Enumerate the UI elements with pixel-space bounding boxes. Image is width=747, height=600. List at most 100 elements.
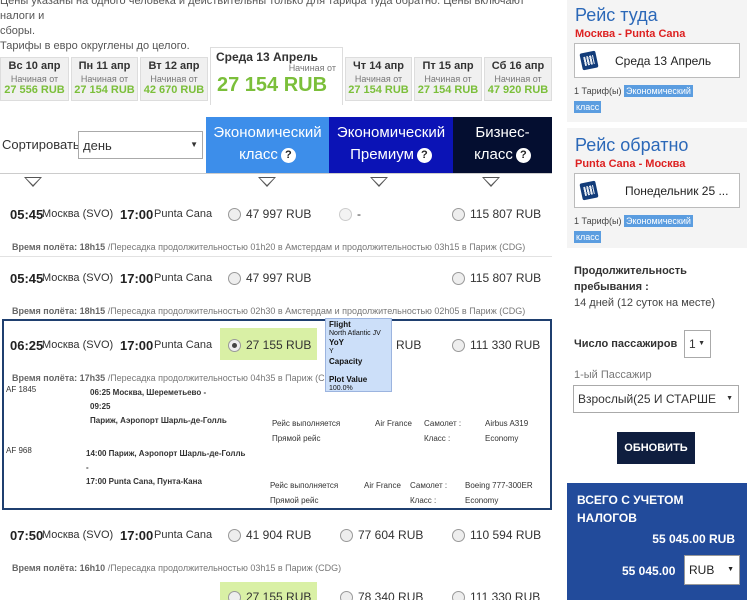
arrival-time: 17:00 bbox=[120, 271, 154, 286]
arrival-time: 17:00 bbox=[120, 207, 154, 222]
fare-radio-premium[interactable] bbox=[340, 529, 353, 542]
tariff-tag: Экономический bbox=[624, 215, 693, 227]
fare-price-economy: 27 155 RUB bbox=[246, 338, 312, 352]
booking-summary: Рейс туда Москва - Punta Cana Среда 13 А… bbox=[567, 0, 747, 600]
return-tariff: 1 Тариф(ы) Экономический класс bbox=[574, 213, 693, 245]
fare-radio-economy[interactable] bbox=[228, 272, 241, 285]
passengers-value: 1 bbox=[689, 337, 696, 351]
class-header-business[interactable]: Бизнес- класс? bbox=[453, 117, 552, 173]
fare-radio-economy[interactable] bbox=[228, 208, 241, 221]
fare-radio-economy-selected[interactable] bbox=[228, 339, 241, 352]
dropdown-arrow-icon: ▼ bbox=[698, 340, 705, 347]
date-label: Вт 12 апр bbox=[148, 60, 200, 72]
date-tab-selected[interactable]: Среда 13 Апрель Начиная от 27 154 RUB bbox=[210, 47, 343, 105]
class-value: Economy bbox=[465, 496, 499, 505]
fare-radio-business[interactable] bbox=[452, 529, 465, 542]
passenger-type-select[interactable]: Взрослый(25 И СТАРШЕ ▼ bbox=[573, 385, 739, 413]
date-tab[interactable]: Вт 12 апр Начиная от 42 670 RUB bbox=[140, 57, 208, 101]
stay-value: 14 дней (12 суток на месте) bbox=[574, 297, 716, 309]
date-label: Среда 13 Апрель bbox=[216, 50, 318, 64]
class-header-label: Бизнес- bbox=[475, 124, 530, 141]
date-tab[interactable]: Пт 15 апр Начиная от 27 154 RUB bbox=[414, 57, 482, 101]
direct-flight-label: Прямой рейс bbox=[270, 496, 319, 505]
class-header-economy[interactable]: Экономический класс? bbox=[206, 117, 329, 173]
total-price-converted: 55 045.00 bbox=[622, 564, 676, 578]
arrival-city: Punta Cana bbox=[154, 529, 213, 541]
date-tab[interactable]: Пн 11 апр Начиная от 27 154 RUB bbox=[71, 57, 138, 101]
date-from: Начиная от bbox=[80, 74, 129, 84]
date-from: Начиная от bbox=[150, 74, 198, 84]
fare-price-business: 111 330 RUB bbox=[470, 590, 541, 600]
fare-radio-premium[interactable] bbox=[340, 591, 353, 600]
fare-radio-economy[interactable] bbox=[228, 591, 241, 600]
connection-detail: /Пересадка продолжительностью 03h15 в Па… bbox=[107, 563, 342, 573]
fare-price-business: 111 330 RUB bbox=[470, 338, 541, 352]
sort-triangle-icon[interactable] bbox=[482, 177, 500, 187]
date-price: 27 154 RUB bbox=[74, 84, 135, 96]
fare-price-premium: 78 340 RUB bbox=[358, 590, 424, 600]
fare-price-business: 115 807 RUB bbox=[470, 207, 542, 221]
aircraft-type: Airbus A319 bbox=[485, 419, 529, 428]
chart-tooltip: Flight North Atlantic JV YoY Y Capacity … bbox=[325, 318, 392, 392]
date-from: Начиная от bbox=[10, 74, 59, 84]
return-date-field[interactable]: Понедельник 25 ... bbox=[574, 173, 740, 208]
tariff-count: 1 Тариф(ы) bbox=[574, 216, 622, 226]
date-tab[interactable]: Вс 10 апр Начиная от 27 556 RUB bbox=[0, 57, 69, 101]
arrival-city: Punta Cana bbox=[154, 339, 213, 351]
class-header-label: Премиум bbox=[350, 146, 414, 163]
fare-radio-business[interactable] bbox=[452, 208, 465, 221]
tariff-tag: класс bbox=[574, 231, 602, 243]
outbound-tariff: 1 Тариф(ы) Экономический класс bbox=[574, 83, 693, 115]
date-price: 27 154 RUB bbox=[217, 74, 328, 96]
sort-triangle-icon[interactable] bbox=[24, 177, 42, 187]
date-label: Пн 11 апр bbox=[78, 60, 131, 72]
help-icon[interactable]: ? bbox=[280, 148, 296, 163]
currency-value: RUB bbox=[689, 563, 715, 577]
update-button[interactable]: ОБНОВИТЬ bbox=[617, 432, 695, 464]
tooltip-label: Plot Value bbox=[329, 375, 368, 384]
sort-select[interactable]: день ▼ bbox=[78, 131, 203, 159]
fare-radio-business[interactable] bbox=[452, 272, 465, 285]
fare-radio-economy[interactable] bbox=[228, 529, 241, 542]
outbound-date-field[interactable]: Среда 13 Апрель bbox=[574, 43, 740, 78]
fare-radio-business[interactable] bbox=[452, 339, 465, 352]
passengers-select[interactable]: 1 ▼ bbox=[684, 330, 711, 358]
notice-line: Цены указаны на одного человека и действ… bbox=[0, 0, 525, 22]
total-price: 55 045.00 RUB bbox=[652, 532, 735, 546]
flight-duration: Время полёта: 18h15 /Пересадка продолжит… bbox=[12, 306, 525, 316]
aircraft-label: Самолет : bbox=[424, 419, 462, 428]
tooltip-label: YoY bbox=[329, 338, 344, 347]
return-route: Punta Cana - Москва bbox=[575, 158, 686, 170]
currency-select[interactable]: RUB ▼ bbox=[684, 555, 740, 585]
dropdown-arrow-icon: ▼ bbox=[724, 395, 733, 402]
date-tab[interactable]: Сб 16 апр Начиная от 47 920 RUB bbox=[484, 57, 552, 101]
fare-price-economy: 41 904 RUB bbox=[246, 528, 312, 542]
stay-label: пребывания : bbox=[574, 281, 649, 293]
segment-arrival-time: 09:25 bbox=[90, 402, 111, 411]
sort-triangle-icon[interactable] bbox=[258, 177, 276, 187]
date-price: 27 154 RUB bbox=[417, 84, 479, 96]
arrival-time: 17:00 bbox=[120, 338, 154, 353]
tooltip-label: Flight bbox=[329, 320, 351, 329]
fare-radio-business[interactable] bbox=[452, 591, 465, 600]
departure-city: Москва (SVO) bbox=[42, 208, 114, 220]
class-header-label: класс bbox=[474, 146, 513, 163]
help-icon[interactable]: ? bbox=[416, 148, 432, 163]
fare-radio-premium bbox=[339, 208, 352, 221]
outbound-route: Москва - Punta Cana bbox=[575, 28, 686, 40]
stay-label: Продолжительность bbox=[574, 265, 687, 277]
duration-value: 16h10 bbox=[79, 563, 106, 573]
total-title: ВСЕГО С УЧЕТОМ НАЛОГОВ bbox=[577, 491, 683, 527]
help-icon[interactable]: ? bbox=[515, 148, 531, 163]
date-price: 47 920 RUB bbox=[487, 84, 549, 96]
calendar-icon bbox=[579, 180, 599, 201]
outbound-title: Рейс туда bbox=[575, 5, 658, 25]
sort-triangle-icon[interactable] bbox=[370, 177, 388, 187]
departure-time: 07:50 bbox=[10, 528, 44, 543]
dropdown-arrow-icon: ▼ bbox=[727, 566, 734, 573]
flight-duration: Время полёта: 17h35 /Пересадка продолжит… bbox=[12, 373, 341, 383]
tooltip-value: 100.0% bbox=[329, 385, 353, 392]
departure-city: Москва (SVO) bbox=[42, 272, 114, 284]
date-tab[interactable]: Чт 14 апр Начиная от 27 154 RUB bbox=[345, 57, 412, 101]
class-header-premium[interactable]: Экономический Премиум? bbox=[329, 117, 453, 173]
